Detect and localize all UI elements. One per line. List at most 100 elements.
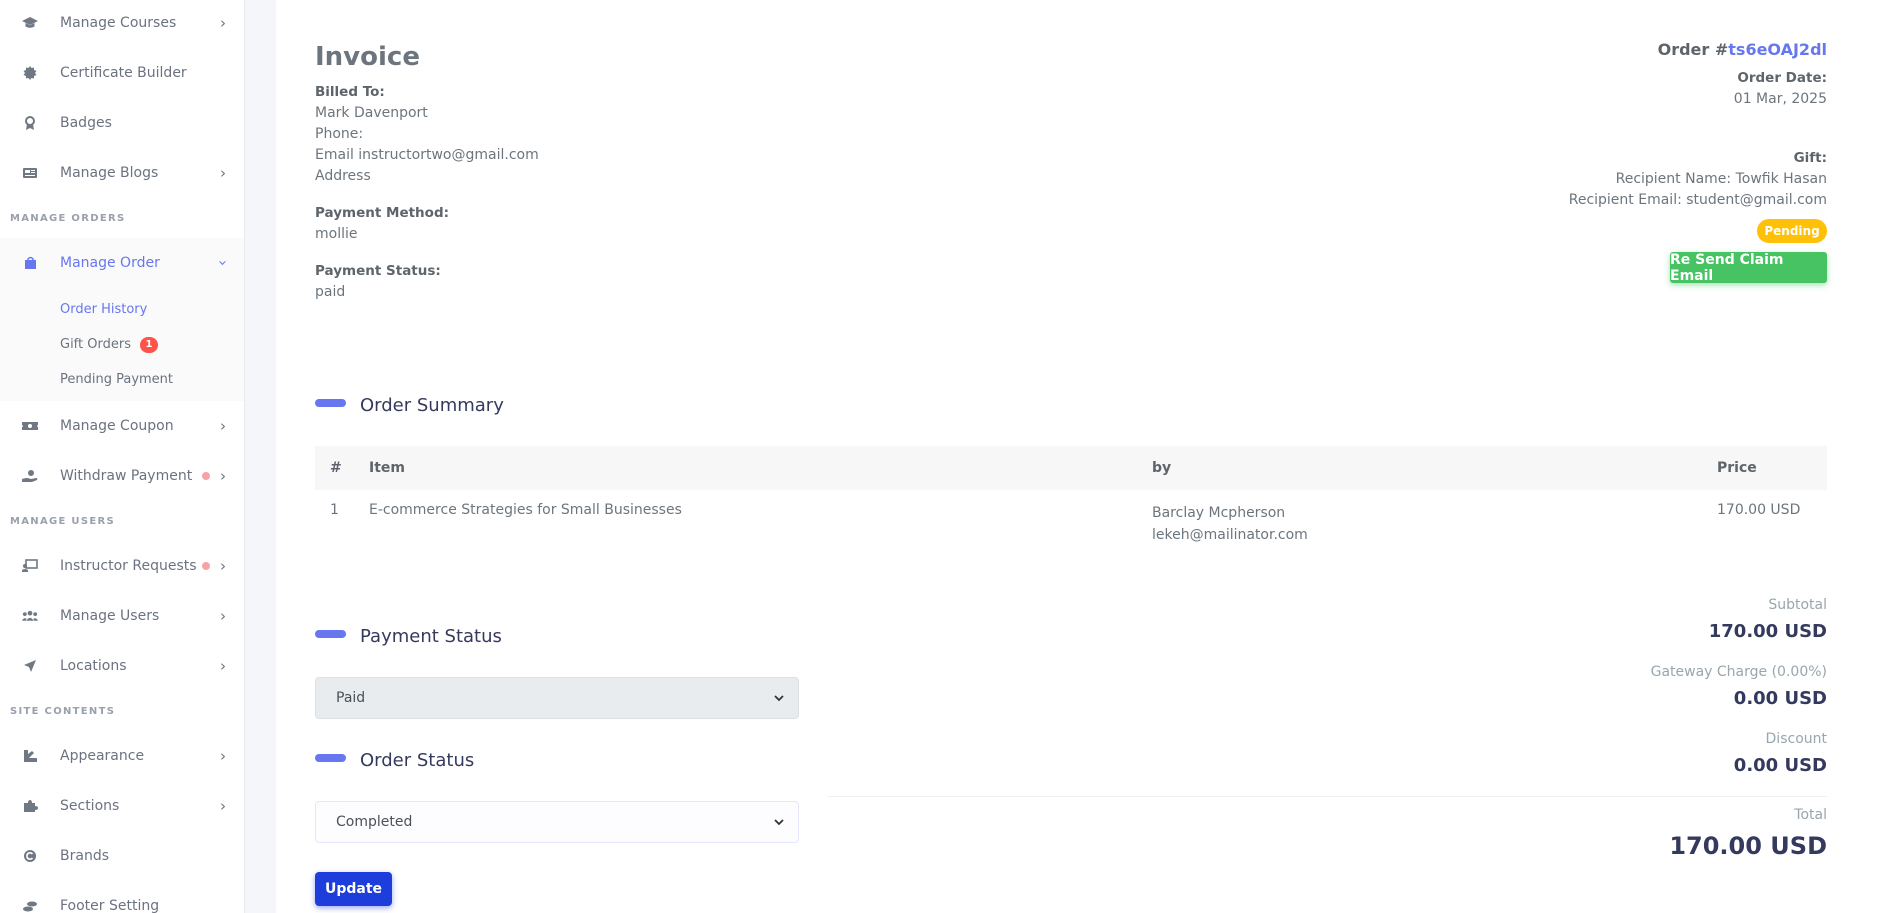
sidebar-item-label: Manage Order <box>60 255 160 271</box>
billed-phone: Phone: <box>315 126 364 142</box>
sidebar-item-label: Manage Courses <box>60 15 177 31</box>
order-summary-table: # Item by Price 1 E-commerce Strategies … <box>315 446 1827 558</box>
notification-dot <box>202 472 210 480</box>
order-prefix: Order # <box>1657 40 1729 59</box>
section-header-manage-orders: MANAGE ORDERS <box>10 212 126 224</box>
sidebar-subitem-gift-orders[interactable]: Gift Orders 1 <box>0 327 244 362</box>
cell-item: E-commerce Strategies for Small Business… <box>369 502 682 518</box>
sidebar-item-label: Locations <box>60 658 127 674</box>
sidebar-item-manage-users[interactable]: Manage Users › <box>0 591 244 641</box>
sidebar-item-manage-blogs[interactable]: Manage Blogs › <box>0 148 244 198</box>
status-badge: Pending <box>1757 219 1827 243</box>
header-item: Item <box>369 460 405 476</box>
billed-address: Address <box>315 168 371 184</box>
sidebar-subitem-order-history[interactable]: Order History <box>0 292 244 327</box>
order-status-select[interactable]: Completed <box>315 801 799 843</box>
puzzle-piece-icon <box>22 798 38 814</box>
totals-divider <box>828 796 1827 797</box>
newspaper-icon <box>22 165 38 181</box>
payment-status-selected: Paid <box>336 690 366 706</box>
order-date-label: Order Date: <box>1737 70 1827 86</box>
billed-to-label: Billed To: <box>315 84 385 100</box>
sidebar-item-label: Footer Setting <box>60 898 160 913</box>
sidebar-item-badges[interactable]: Badges <box>0 98 244 148</box>
payment-method-label: Payment Method: <box>315 205 450 221</box>
header-price: Price <box>1717 460 1757 476</box>
billed-to-block: Billed To: Mark Davenport Phone: Email i… <box>315 82 539 187</box>
payment-status-select[interactable]: Paid <box>315 677 799 719</box>
count-badge: 1 <box>139 336 158 353</box>
sidebar-item-label: Manage Coupon <box>60 418 174 434</box>
chevron-right-icon: › <box>220 657 226 675</box>
certificate-icon <box>22 65 38 81</box>
sidebar-item-withdraw-payment[interactable]: Withdraw Payment › <box>0 451 244 501</box>
order-id: ts6eOAJ2dl <box>1728 40 1827 59</box>
sidebar-item-label: Appearance <box>60 748 145 764</box>
payment-status-label: Payment Status: <box>315 263 441 279</box>
payment-method-block: Payment Method: mollie <box>315 203 449 245</box>
sidebar-item-label: Manage Blogs <box>60 165 159 181</box>
invoice-card: Invoice Billed To: Mark Davenport Phone:… <box>276 0 1888 913</box>
section-header-site-contents: SITE CONTENTS <box>10 705 116 717</box>
sidebar-item-instructor-requests[interactable]: Instructor Requests › <box>0 541 244 591</box>
order-status-selected: Completed <box>336 814 413 830</box>
sidebar-item-manage-order[interactable]: Manage Order › <box>0 238 244 288</box>
sidebar-item-label: Certificate Builder <box>60 65 187 81</box>
table-header: # Item by Price <box>315 446 1827 490</box>
update-button[interactable]: Update <box>315 872 392 906</box>
sidebar-subitem-label: Pending Payment <box>60 372 174 387</box>
total-label: Total <box>1794 807 1827 823</box>
gateway-charge-value: 0.00 USD <box>1733 688 1827 709</box>
sidebar-item-label: Instructor Requests <box>60 558 197 574</box>
total-value: 170.00 USD <box>1669 832 1827 860</box>
gift-block: Gift: Recipient Name: Towfik Hasan Recip… <box>1569 148 1827 211</box>
chevron-right-icon: › <box>220 797 226 815</box>
shoe-prints-icon <box>22 898 38 913</box>
chevron-right-icon: › <box>220 747 226 765</box>
cell-by-name: Barclay Mcpherson <box>1152 505 1286 521</box>
order-date-block: Order Date: 01 Mar, 2025 <box>1734 68 1827 110</box>
sidebar-subitem-label: Order History <box>60 302 148 317</box>
sidebar-subitem-pending-payment[interactable]: Pending Payment <box>0 362 244 397</box>
section-accent-bar <box>315 398 346 407</box>
chevron-right-icon: › <box>220 557 226 575</box>
location-arrow-icon <box>22 658 38 674</box>
sidebar-item-brands[interactable]: Brands <box>0 831 244 881</box>
manage-order-submenu: Order History Gift Orders 1 Pending Paym… <box>0 288 244 401</box>
sidebar-item-certificate-builder[interactable]: Certificate Builder <box>0 48 244 98</box>
subtotal-value: 170.00 USD <box>1708 621 1827 642</box>
resend-claim-email-button[interactable]: Re Send Claim Email <box>1670 252 1827 284</box>
users-icon <box>22 608 38 624</box>
recipient-email: Recipient Email: student@gmail.com <box>1568 192 1827 208</box>
gift-label: Gift: <box>1793 150 1827 166</box>
chevron-down-icon <box>774 691 784 705</box>
payment-status-value: paid <box>315 284 346 300</box>
cell-num: 1 <box>330 502 339 518</box>
payment-method-value: mollie <box>315 226 358 242</box>
chalkboard-teacher-icon <box>22 558 38 574</box>
subtotal-label: Subtotal <box>1768 597 1827 613</box>
sidebar-item-locations[interactable]: Locations › <box>0 641 244 691</box>
header-num: # <box>330 460 342 476</box>
chevron-down-icon: › <box>214 260 232 266</box>
order-number: Order #ts6eOAJ2dl <box>1658 40 1827 59</box>
sidebar-item-appearance[interactable]: Appearance › <box>0 731 244 781</box>
section-header-manage-users: MANAGE USERS <box>10 515 115 527</box>
sidebar-item-manage-courses[interactable]: Manage Courses › <box>0 0 244 48</box>
cell-by-email: lekeh@mailinator.com <box>1152 527 1308 543</box>
sidebar-item-sections[interactable]: Sections › <box>0 781 244 831</box>
payment-status-block: Payment Status: paid <box>315 261 441 303</box>
gateway-charge-label: Gateway Charge (0.00%) <box>1650 664 1827 680</box>
sidebar-item-footer-setting[interactable]: Footer Setting <box>0 881 244 913</box>
sidebar-item-manage-coupon[interactable]: Manage Coupon › <box>0 401 244 451</box>
order-status-heading: Order Status <box>315 750 474 771</box>
sidebar: Manage Courses › Certificate Builder Bad… <box>0 0 245 913</box>
page-title: Invoice <box>315 42 420 72</box>
chevron-right-icon: › <box>220 14 226 32</box>
cell-price: 170.00 USD <box>1717 502 1801 518</box>
discount-value: 0.00 USD <box>1733 755 1827 776</box>
sidebar-item-label: Badges <box>60 115 112 131</box>
order-summary-title: Order Summary <box>360 395 504 416</box>
discount-label: Discount <box>1765 731 1827 747</box>
section-accent-bar <box>315 629 346 638</box>
